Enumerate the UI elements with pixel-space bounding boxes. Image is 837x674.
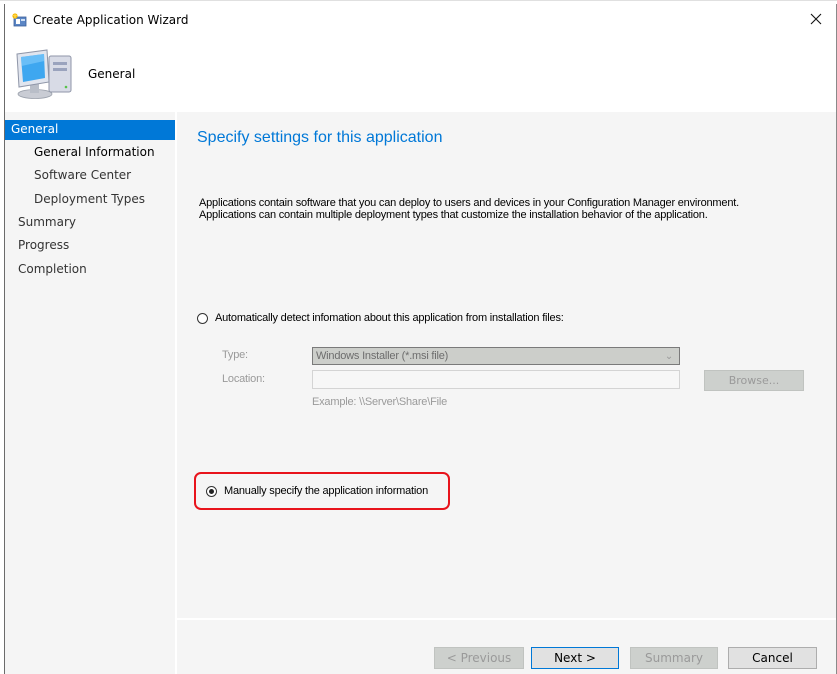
description-line: Applications contain software that you c… — [199, 197, 739, 209]
close-icon — [810, 13, 822, 25]
radio-unchecked-icon[interactable] — [197, 312, 208, 324]
browse-button[interactable]: Browse... — [704, 370, 804, 391]
auto-detect-radio[interactable]: Automatically detect infomation about th… — [197, 312, 564, 324]
nav-item-label: Deployment Types — [34, 192, 146, 206]
manual-specify-radio[interactable]: Manually specify the application informa… — [206, 485, 428, 497]
nav-item-general-information[interactable]: General Information — [5, 143, 175, 163]
next-label: Next > — [554, 651, 596, 665]
nav-item-summary[interactable]: Summary — [5, 213, 175, 233]
wizard-footer: < Previous Next > Summary Cancel — [177, 620, 836, 674]
wizard-header: General — [5, 34, 836, 112]
summary-button[interactable]: Summary — [630, 647, 718, 669]
page-title: Specify settings for this application — [197, 129, 443, 146]
summary-label: Summary — [645, 651, 703, 665]
type-select[interactable]: Windows Installer (*.msi file) ⌄ — [312, 347, 680, 365]
previous-label: < Previous — [446, 651, 512, 665]
window-title: Create Application Wizard — [33, 13, 189, 27]
computer-icon — [16, 49, 72, 99]
previous-button[interactable]: < Previous — [434, 647, 524, 669]
cancel-button[interactable]: Cancel — [728, 647, 817, 669]
auto-detect-label: Automatically detect infomation about th… — [215, 312, 564, 324]
description-line: Applications can contain multiple deploy… — [199, 209, 708, 221]
nav-item-label: Completion — [18, 262, 87, 276]
radio-checked-icon[interactable] — [206, 485, 217, 497]
nav-item-completion[interactable]: Completion — [5, 260, 175, 280]
type-select-value: Windows Installer (*.msi file) — [316, 350, 449, 362]
wizard-nav: General General Information Software Cen… — [5, 112, 175, 674]
nav-item-progress[interactable]: Progress — [5, 236, 175, 256]
type-label: Type: — [222, 349, 248, 361]
wizard-window: Create Application Wizard General Genera… — [4, 4, 837, 674]
nav-item-label: General Information — [34, 145, 155, 159]
nav-item-software-center[interactable]: Software Center — [5, 166, 175, 186]
manual-specify-label: Manually specify the application informa… — [224, 485, 428, 497]
chevron-down-icon: ⌄ — [664, 351, 673, 362]
nav-item-label: Summary — [18, 215, 76, 229]
nav-item-label: Progress — [18, 238, 70, 252]
nav-item-label: Software Center — [34, 168, 132, 182]
wizard-content: Specify settings for this application Ap… — [177, 112, 836, 618]
next-button[interactable]: Next > — [531, 647, 619, 669]
location-input[interactable] — [312, 370, 680, 389]
page-description: Applications contain software that you c… — [199, 197, 739, 221]
location-example-text: Example: \\Server\Share\File — [312, 396, 448, 408]
wizard-app-icon — [12, 13, 27, 27]
browse-label: Browse... — [728, 374, 780, 387]
title-bar[interactable]: Create Application Wizard — [5, 4, 836, 34]
nav-item-deployment-types[interactable]: Deployment Types — [5, 190, 175, 210]
nav-item-label: General — [11, 122, 59, 136]
header-step-title: General — [88, 67, 136, 81]
location-label: Location: — [222, 373, 265, 385]
close-button[interactable] — [796, 4, 836, 34]
cancel-label: Cancel — [752, 651, 793, 665]
nav-item-general[interactable]: General — [5, 120, 175, 140]
